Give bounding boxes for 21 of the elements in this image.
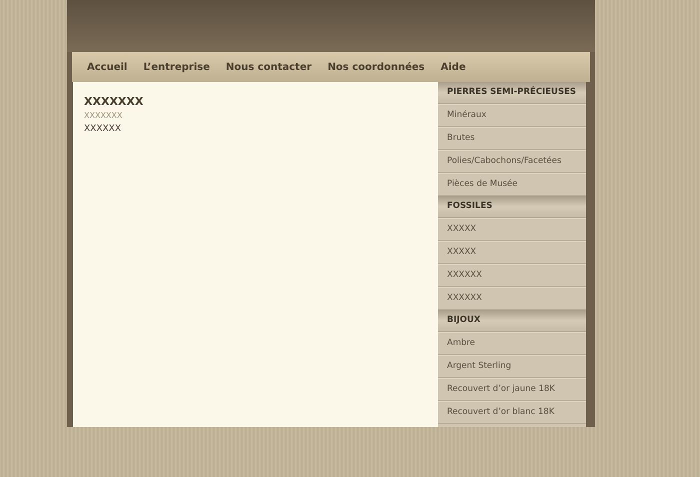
sidebar-item[interactable]: Minéraux <box>438 104 586 127</box>
nav-link[interactable]: Nous contacter <box>226 60 312 74</box>
sidebar-item[interactable]: Ambre <box>438 332 586 355</box>
sidebar-item[interactable]: Argent Sterling <box>438 355 586 378</box>
sidebar-heading: BIJOUX <box>438 310 586 332</box>
sidebar-item[interactable]: Brutes <box>438 127 586 150</box>
nav-link[interactable]: Nos coordonnées <box>328 60 425 74</box>
sidebar-item[interactable]: Recouvert d’or blanc 18K <box>438 401 586 424</box>
nav-link[interactable]: L’entreprise <box>143 60 210 74</box>
sidebar-item[interactable]: XXXXX <box>438 241 586 264</box>
content-title: XXXXXXX <box>84 95 144 109</box>
content-subtitle: XXXXXXX <box>84 110 124 122</box>
sidebar-heading: PIERRES SEMI-PRÉCIEUSES <box>438 82 586 104</box>
sidebar-item[interactable]: Recouvert d’or jaune 18K <box>438 378 586 401</box>
sidebar-item[interactable]: XXXXXX <box>438 264 586 287</box>
sidebar-heading: FOSSILES <box>438 196 586 218</box>
nav-link[interactable]: Aide <box>440 60 466 74</box>
content-text: XXXXXX <box>84 123 122 136</box>
sidebar-item[interactable]: Polies/Cabochons/Facetées <box>438 150 586 173</box>
sidebar-item[interactable]: XXXXX <box>438 218 586 241</box>
nav-link[interactable]: Accueil <box>87 60 128 74</box>
